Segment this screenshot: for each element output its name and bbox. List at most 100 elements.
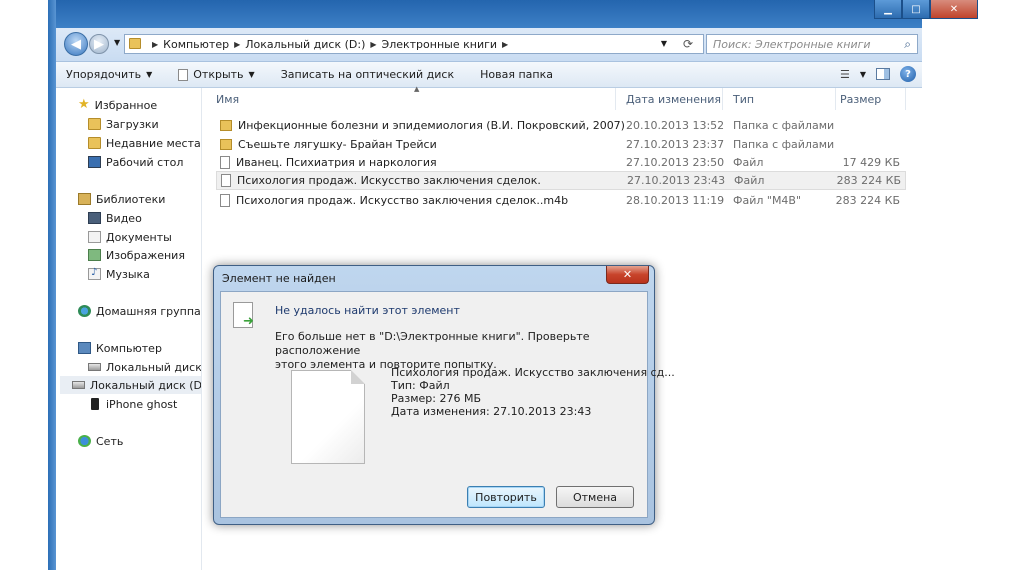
title-bar: ▁ □ ✕ — [48, 0, 978, 28]
nav-desktop[interactable]: Рабочий стол — [88, 153, 183, 171]
breadcrumb-arrow-icon[interactable]: ▶ — [152, 40, 158, 49]
burn-button[interactable]: Записать на оптический диск — [271, 68, 464, 81]
desktop-icon — [88, 156, 101, 168]
back-arrow-icon: ◀ — [71, 36, 81, 52]
nav-recent[interactable]: Недавние места — [88, 134, 201, 152]
star-icon: ★ — [78, 97, 90, 112]
file-date: 20.10.2013 13:52 — [626, 119, 725, 132]
file-date: 28.10.2013 11:19 — [626, 194, 725, 207]
homegroup-icon — [78, 305, 91, 317]
breadcrumb-disk-d[interactable]: Локальный диск (D:) — [245, 38, 365, 51]
nav-disk-c[interactable]: Локальный диск (C — [88, 358, 202, 376]
file-date: 27.10.2013 23:50 — [626, 156, 725, 169]
search-input[interactable]: Поиск: Электронные книги ⌕ — [706, 34, 918, 54]
command-bar: Упорядочить ▼ Открыть ▼ Записать на оптиче… — [56, 62, 922, 88]
table-row[interactable]: Съешьте лягушку- Брайан Трейси 27.10.201… — [216, 135, 906, 154]
nav-downloads[interactable]: Загрузки — [88, 115, 159, 133]
chevron-down-icon: ▼ — [248, 70, 255, 79]
nav-label: Изображения — [106, 248, 185, 262]
organize-label: Упорядочить — [66, 68, 142, 81]
nav-libraries[interactable]: Библиотеки — [78, 190, 165, 208]
breadcrumb-ebooks[interactable]: Электронные книги — [382, 38, 498, 51]
nav-music[interactable]: Музыка — [88, 265, 150, 283]
column-header-type[interactable]: Тип — [723, 88, 836, 110]
file-name-cell: Психология продаж. Искусство заключения … — [221, 174, 541, 187]
preview-pane-icon[interactable] — [876, 68, 890, 80]
file-size: 283 224 КБ — [835, 194, 900, 207]
nav-homegroup[interactable]: Домашняя группа — [78, 302, 201, 320]
table-row[interactable]: Инфекционные болезни и эпидемиология (В.… — [216, 116, 906, 135]
drive-c-icon — [88, 363, 101, 371]
file-date: 27.10.2013 23:37 — [626, 138, 725, 151]
document-icon — [178, 68, 189, 81]
dialog-title: Элемент не найден — [222, 272, 336, 285]
chevron-down-icon: ▼ — [146, 70, 153, 79]
forward-button[interactable]: ▶ — [89, 34, 109, 54]
file-info-type: Тип: Файл — [391, 379, 450, 392]
view-dropdown-icon[interactable]: ▼ — [860, 70, 866, 79]
folder-icon — [220, 139, 232, 150]
table-row-selected[interactable]: Психология продаж. Искусство заключения … — [216, 171, 906, 190]
nav-label: Локальный диск (D — [89, 378, 202, 392]
column-header-size[interactable]: Размер — [836, 88, 906, 110]
back-button[interactable]: ◀ — [64, 32, 88, 56]
nav-network[interactable]: Сеть — [78, 432, 123, 450]
file-name-cell: Съешьте лягушку- Брайан Трейси — [220, 138, 437, 151]
file-name: Иванец. Психиатрия и наркология — [236, 156, 437, 169]
file-size: 17 429 КБ — [842, 156, 900, 169]
history-dropdown-icon[interactable]: ▼ — [114, 38, 120, 47]
nav-iphone[interactable]: iPhone ghost — [88, 395, 177, 413]
file-info-name: Психология продаж. Искусство заключения … — [391, 366, 675, 379]
dialog-close-button[interactable]: ✕ — [606, 266, 649, 284]
table-row[interactable]: Иванец. Психиатрия и наркология 27.10.20… — [216, 153, 906, 172]
file-name-cell: Иванец. Психиатрия и наркология — [220, 156, 437, 169]
file-name: Съешьте лягушку- Брайан Трейси — [238, 138, 437, 151]
search-icon[interactable]: ⌕ — [904, 37, 911, 52]
video-icon — [88, 212, 101, 224]
file-icon — [220, 194, 230, 207]
breadcrumb-computer[interactable]: Компьютер — [163, 38, 229, 51]
file-icon — [221, 174, 231, 187]
iphone-icon — [91, 398, 99, 410]
nav-label: Библиотеки — [96, 192, 166, 206]
dialog-main-instruction: Не удалось найти этот элемент — [275, 304, 460, 317]
file-name-cell: Инфекционные болезни и эпидемиология (В.… — [220, 119, 625, 132]
nav-label: Недавние места — [106, 136, 201, 150]
recent-places-icon — [88, 137, 101, 149]
minimize-button[interactable]: ▁ — [874, 0, 902, 19]
column-header-date[interactable]: Дата изменения — [616, 88, 723, 110]
computer-icon — [78, 342, 91, 354]
organize-button[interactable]: Упорядочить ▼ — [56, 68, 162, 81]
view-options-icon[interactable]: ☰ — [840, 68, 850, 81]
table-row[interactable]: Психология продаж. Искусство заключения … — [216, 191, 906, 210]
maximize-button[interactable]: □ — [902, 0, 930, 19]
breadcrumb-arrow-icon[interactable]: ▶ — [234, 40, 240, 49]
breadcrumb-arrow-icon[interactable]: ▶ — [502, 40, 508, 49]
nav-pictures[interactable]: Изображения — [88, 246, 185, 264]
file-thumbnail-icon — [291, 370, 365, 464]
network-icon — [78, 435, 91, 447]
breadcrumb-arrow-icon[interactable]: ▶ — [370, 40, 376, 49]
nav-computer[interactable]: Компьютер — [78, 339, 162, 357]
file-type: Папка с файлами — [733, 138, 835, 151]
nav-label: Документы — [106, 230, 172, 244]
address-dropdown-icon[interactable]: ▼ — [661, 39, 667, 48]
nav-label: Локальный диск (C — [106, 360, 202, 374]
forward-arrow-icon: ▶ — [94, 36, 104, 52]
music-icon — [88, 267, 101, 280]
new-folder-button[interactable]: Новая папка — [470, 68, 563, 81]
nav-favorites[interactable]: ★ Избранное — [78, 96, 157, 114]
retry-button[interactable]: Повторить — [467, 486, 545, 508]
navigation-pane: ★ Избранное Загрузки Недавние места Рабоч… — [56, 88, 202, 570]
open-button[interactable]: Открыть ▼ — [168, 68, 264, 81]
address-field[interactable]: ▶ Компьютер ▶ Локальный диск (D:) ▶ Элек… — [124, 34, 704, 54]
close-button[interactable]: ✕ — [930, 0, 978, 19]
nav-video[interactable]: Видео — [88, 209, 142, 227]
refresh-icon[interactable]: ⟳ — [683, 37, 693, 51]
column-header-name[interactable]: Имя — [202, 88, 616, 110]
help-icon[interactable]: ? — [900, 66, 916, 82]
nav-documents[interactable]: Документы — [88, 228, 172, 246]
open-label: Открыть — [193, 68, 244, 81]
nav-disk-d[interactable]: Локальный диск (D — [60, 376, 202, 394]
cancel-button[interactable]: Отмена — [556, 486, 634, 508]
